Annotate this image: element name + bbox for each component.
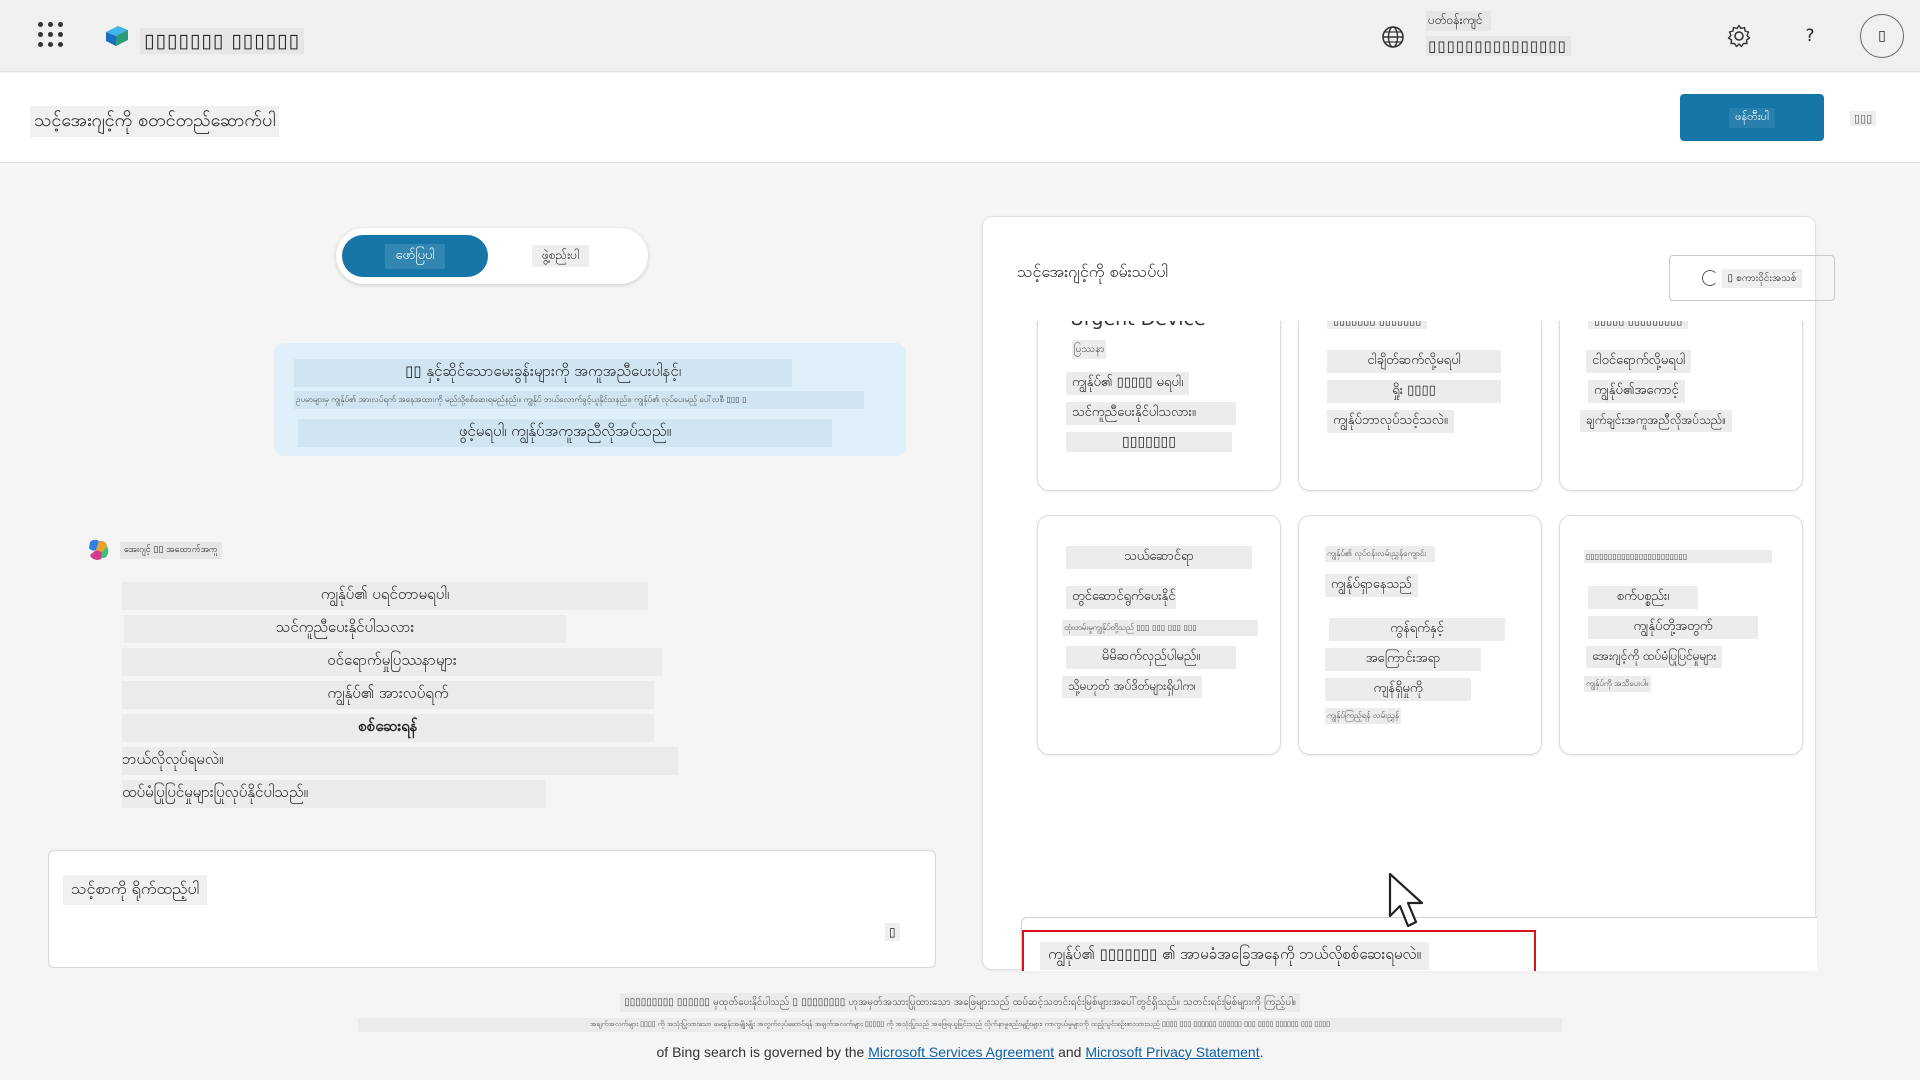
top-bar: ▯▯▯▯▯▯▯ ▯▯▯▯▯▯ ပတ်ဝန်းကျင် ▯▯▯▯▯▯▯▯▯▯▯▯▯… [0,0,1920,72]
card-line: ကျွန်ုပ်တို့အတွက် [1588,616,1758,639]
card-line: သို့မဟုတ် အပ်ဒိတ်များရှိပါက၊ [1062,676,1202,698]
reply-line: သင်ကူညီပေးနိုင်ပါသလား [124,615,566,643]
card-line: ကျွန်ုပ်၏ လုပ်ငန်းလမ်းညွှန်ကျောင်း [1325,546,1435,562]
environment-selector[interactable]: ▯▯▯▯▯▯▯▯▯▯▯▯▯▯▯ [1426,36,1571,56]
services-agreement-link[interactable]: Microsoft Services Agreement [868,1044,1054,1060]
card-line: ငါချိတ်ဆက်လို့မရပါ [1327,350,1501,373]
card-line: ရှိုး ▯▯▯▯ [1327,380,1501,403]
card-line: စက်ပစ္စည်း၊ [1588,586,1698,609]
card-line: ပြဿနာ [1072,340,1107,359]
card-line: အကြောင်းအရာ [1325,648,1481,671]
card-line: တွင်ဆောင်ရွက်ပေးနိုင် [1066,586,1176,609]
more-options-button[interactable]: ▯▯▯ [1850,111,1877,126]
footer-disclaimer: ▯▯▯▯▯▯▯▯▯ ▯▯▯▯▯▯ မှထုတ်ပေးနိုင်ပါသည် ▯ ▯… [620,993,1300,1012]
card-line: ▯▯▯▯▯▯▯ ▯▯▯▯▯▯▯ [1327,321,1428,329]
card-line: သယ်ဆောင်ရာ [1066,546,1252,569]
card-line: ငါဝင်ရောက်လို့မရပါ [1586,350,1692,373]
globe-icon [1382,26,1404,48]
card-line: ▯▯▯▯▯ ▯▯▯▯▯▯▯▯▯ [1588,321,1689,329]
footer-disclaimer: အချက်အလက်များ ▯▯▯▯ ကို အသုံးပြုထားသော မေ… [358,1018,1562,1032]
help-icon: ? [1805,26,1815,46]
card-line: မိမိဆက်လှည်ပါမည်။ [1066,646,1236,669]
app-title: ▯▯▯▯▯▯▯ ▯▯▯▯▯▯ [140,28,304,54]
suggestion-card[interactable]: ▯▯▯▯▯▯▯▯▯▯▯▯▯▯▯▯▯▯▯▯▯▯▯ စက်ပစ္စည်း၊ ကျွန… [1559,515,1803,755]
help-button[interactable]: ? [1796,22,1824,50]
page-header: သင့်အေးဂျင့်ကို စတင်တည်ဆောက်ပါ ဖန်တီးပါ … [0,73,1920,163]
avatar-initials: ▯ [1878,28,1886,44]
page-title: သင့်အေးဂျင့်ကို စတင်တည်ဆောက်ပါ [30,106,280,137]
privacy-statement-link[interactable]: Microsoft Privacy Statement [1085,1044,1259,1060]
reply-line: ထပ်မံပြုပြင်မှုများပြုလုပ်နိုင်ပါသည်။ [122,780,546,808]
chat-query-text: ကျွန်ုပ်၏ ▯▯▯▯▯▯▯ ၏ အာမခံအခြေအနေကို ဘယ်လ… [1040,942,1429,970]
card-line: ကျန်ရှိမှုကို [1325,678,1471,701]
card-line: ကျွန်ုပ်၏ ▯▯▯▯▯ မရပါ၊ [1066,372,1190,395]
settings-button[interactable] [1725,22,1753,50]
configure-tab[interactable]: ဖွဲ့စည်းပါ [532,245,590,267]
suggestion-card[interactable]: ▯▯▯▯▯▯▯ ▯▯▯▯▯▯▯ ငါချိတ်ဆက်လို့မရပါ ရှိုး… [1298,321,1542,491]
card-line: ကျွန်ုပ်ဘာလုပ်သင့်သလဲ။ [1327,410,1454,433]
card-line: သင်ကူညီပေးနိုင်ပါသလား။ [1066,402,1236,425]
footer-legal: of Bing search is governed by the Micros… [0,1044,1920,1060]
environment-label: ပတ်ဝန်းကျင် [1426,11,1491,31]
reply-line: စစ်ဆေးရန် [122,714,654,742]
assistant-name: အေးဂျင့် ▯▯ အထောက်အကူ [120,542,222,559]
card-line: Urgent Device [1064,321,1212,332]
gear-icon [1727,24,1751,48]
copilot-studio-logo [106,26,128,46]
suggestion-card[interactable]: သယ်ဆောင်ရာ တွင်ဆောင်ရွက်ပေးနိုင် ထုံးတမ်… [1037,515,1281,755]
suggestion-card[interactable]: ▯▯▯▯▯ ▯▯▯▯▯▯▯▯▯ ငါဝင်ရောက်လို့မရပါ ကျွန်… [1559,321,1803,491]
mouse-cursor-icon [1388,872,1424,928]
test-pane-title: သင့်အေးဂျင့်ကို စမ်းသပ်ပါ [1017,262,1169,281]
describe-tab[interactable]: ဖော်ပြပါ [342,235,488,277]
reply-line: ဝင်ရောက်မှုပြဿနာများ [122,648,662,676]
footer-text: . [1259,1044,1264,1060]
suggestion-card[interactable]: Urgent Device ပြဿနာ ကျွန်ုပ်၏ ▯▯▯▯▯ မရပါ… [1037,321,1281,491]
highlight-box: ကျွန်ုပ်၏ ▯▯▯▯▯▯▯ ၏ အာမခံအခြေအနေကို ဘယ်လ… [1022,930,1536,971]
card-line: ▯▯▯▯▯▯▯ [1066,432,1232,452]
intro-line: ဖွင့်မရပါ၊ ကျွန်ုပ်အကူအညီလိုအပ်သည်။ [298,419,832,447]
test-agent-pane: သင့်အေးဂျင့်ကို စမ်းသပ်ပါ ▯ စကားဝိုင်းအသ… [982,216,1835,971]
new-conversation-button[interactable]: ▯ စကားဝိုင်းအသစ် [1669,255,1835,301]
card-line: ကျွန်ုပ်ကို အသိပေးပါ။ [1584,676,1651,692]
footer-text: of Bing search is governed by the [656,1044,865,1060]
card-line: ကျွန်ုပ်ရှာနေသည် [1325,574,1418,597]
suggestion-card[interactable]: ကျွန်ုပ်၏ လုပ်ငန်းလမ်းညွှန်ကျောင်း ကျွန်… [1298,515,1542,755]
new-conversation-label: ▯ စကားဝိုင်းအသစ် [1721,268,1803,288]
card-line: ကျွန်ုပ်ကြည့်ရန် လမ်းညွှန် [1325,708,1401,724]
intro-line: ▯▯ နှင့်ဆိုင်သောမေးခွန်းများကို အကူအညီပေ… [294,359,792,387]
card-line: ချက်ချင်းအကူအညီလိုအပ်သည်။ [1580,410,1733,432]
reply-line: ကျွန်ုပ်၏ အားလပ်ရက် [122,681,654,709]
create-button-label: ဖန်တီးပါ [1729,107,1775,128]
describe-input-placeholder: သင့်စာကို ရိုက်ထည့်ပါ [63,875,208,905]
footer: ▯▯▯▯▯▯▯▯▯ ▯▯▯▯▯▯ မှထုတ်ပေးနိုင်ပါသည် ▯ ▯… [0,990,1920,1060]
mode-toggle: ဖော်ပြပါ ဖွဲ့စည်းပါ [336,228,648,284]
describe-tab-label: ဖော်ပြပါ [385,243,445,269]
refresh-icon [1701,270,1718,286]
card-line: ကျွန်ုပ်၏အကောင့် [1588,380,1685,403]
intro-message: ▯▯ နှင့်ဆိုင်သောမေးခွန်းများကို အကူအညီပေ… [274,343,906,456]
intro-line: ဥပမာများမှ ကျွန်ုပ်၏ အားလပ်ရက် အနေအထားကိ… [294,391,864,409]
create-button[interactable]: ဖန်တီးပါ [1680,94,1824,141]
reply-line: ကျွန်ုပ်၏ ပရင်တာမရပါ၊ [122,582,648,610]
footer-text: and [1058,1044,1082,1060]
card-line: အေးဂျင့်ကို ထပ်မံပြုပြင်မှုများ [1586,646,1723,668]
app-launcher-icon[interactable] [38,22,64,48]
reply-line: ဘယ်လိုလုပ်ရမလဲ။ [122,747,678,775]
describe-input[interactable]: သင့်စာကို ရိုက်ထည့်ပါ ▯ [48,850,936,968]
attach-icon[interactable]: ▯ [885,923,900,941]
card-line: ▯▯▯▯▯▯▯▯▯▯▯▯▯▯▯▯▯▯▯▯▯▯▯ [1584,550,1772,563]
card-line: ကွန်ရက်နှင့် [1329,618,1505,641]
copilot-icon [89,539,109,560]
card-line: ထုံးတမ်းမှုကျွန်ုပ်တို့သည် ▯▯▯ ▯▯▯ ▯▯▯ ▯… [1062,620,1258,636]
assistant-reply: ကျွန်ုပ်၏ ပရင်တာမရပါ၊ သင်ကူညီပေးနိုင်ပါသ… [122,582,682,813]
avatar[interactable]: ▯ [1860,14,1904,58]
